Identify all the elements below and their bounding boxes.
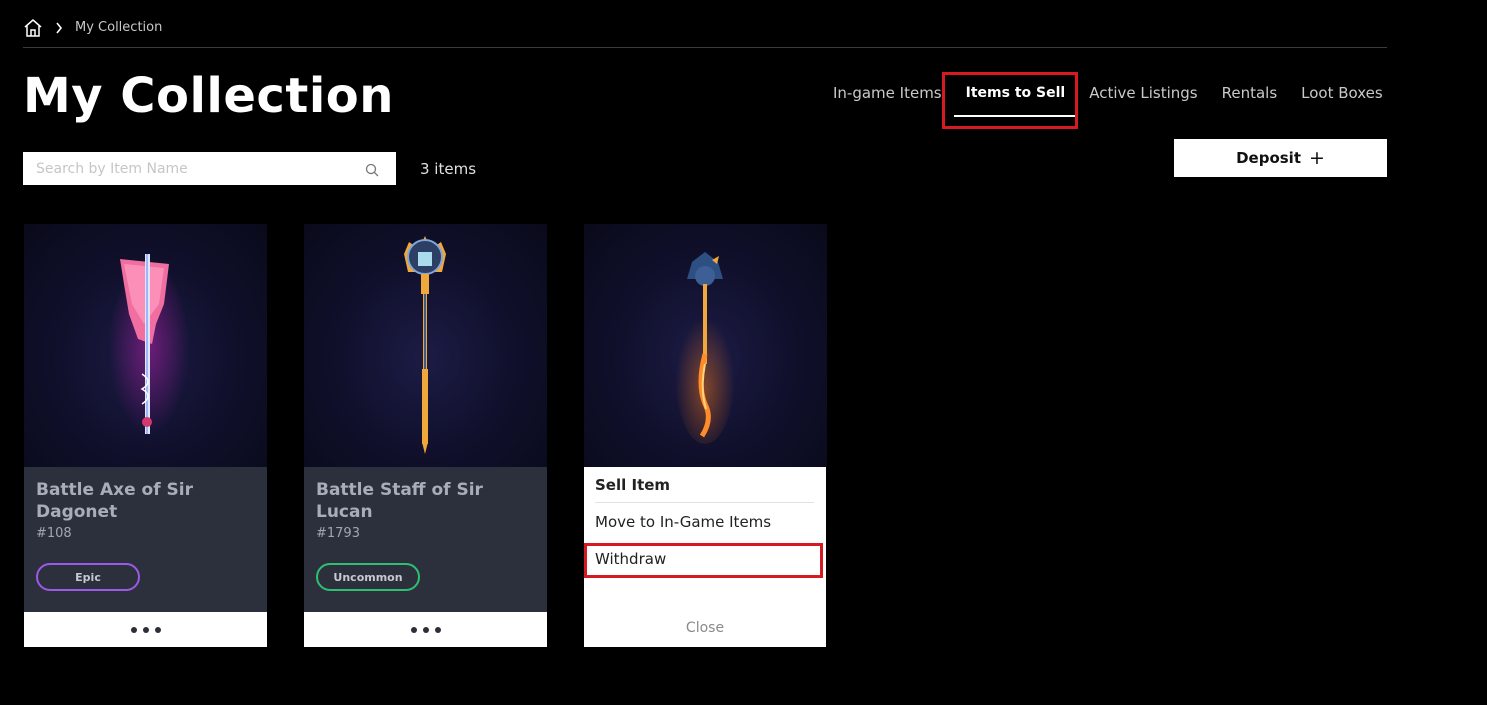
breadcrumb-current[interactable]: My Collection xyxy=(75,18,162,38)
move-to-in-game-items-option[interactable]: Move to In-Game Items xyxy=(595,512,814,532)
breadcrumb: My Collection xyxy=(23,18,1387,48)
item-image-fire-staff xyxy=(584,224,827,467)
deposit-button[interactable]: Deposit + xyxy=(1174,139,1387,177)
tab-in-game-items[interactable]: In-game Items xyxy=(833,80,942,106)
more-dots-icon xyxy=(130,626,137,633)
item-number: #1793 xyxy=(316,526,360,541)
tab-items-to-sell[interactable]: Items to Sell xyxy=(953,80,1077,117)
rarity-badge: Uncommon xyxy=(316,563,420,591)
chevron-right-icon xyxy=(52,18,66,38)
item-count: 3 items xyxy=(420,160,477,178)
home-icon[interactable] xyxy=(23,18,43,38)
item-card[interactable]: Battle Axe of Sir Dagonet #108 Epic xyxy=(24,224,267,647)
deposit-label: Deposit xyxy=(1236,149,1301,167)
item-info: Battle Staff of Sir Lucan #1793 Uncommon xyxy=(304,467,547,612)
item-image-battle-staff xyxy=(304,224,547,467)
more-dots-icon xyxy=(410,626,417,633)
search-icon[interactable] xyxy=(365,162,379,176)
item-name: Battle Staff of Sir Lucan xyxy=(316,480,483,522)
search-input[interactable] xyxy=(23,152,365,185)
more-options-button[interactable] xyxy=(24,612,267,647)
item-number: #108 xyxy=(36,526,72,541)
withdraw-option[interactable]: Withdraw xyxy=(595,549,814,569)
item-image-battle-axe xyxy=(24,224,267,467)
rarity-badge: Epic xyxy=(36,563,140,591)
tab-rentals[interactable]: Rentals xyxy=(1222,80,1278,106)
more-options-button[interactable] xyxy=(304,612,547,647)
item-card[interactable]: Battle Staff of Sir Lucan #1793 Uncommon xyxy=(304,224,547,647)
sell-item-option[interactable]: Sell Item xyxy=(595,475,814,503)
search-box xyxy=(23,152,396,185)
tab-loot-boxes[interactable]: Loot Boxes xyxy=(1301,80,1383,106)
tab-active-listings[interactable]: Active Listings xyxy=(1089,80,1197,106)
plus-icon: + xyxy=(1309,147,1325,169)
item-name: Battle Axe of Sir Dagonet xyxy=(36,480,193,522)
item-info: Battle Axe of Sir Dagonet #108 Epic xyxy=(24,467,267,612)
item-context-menu: Sell Item Move to In-Game Items Withdraw… xyxy=(584,467,826,647)
collection-tabs: In-game Items Items to Sell Active Listi… xyxy=(833,80,1407,117)
item-card[interactable]: Sell Item Move to In-Game Items Withdraw… xyxy=(584,224,827,647)
close-menu-button[interactable]: Close xyxy=(584,620,826,636)
page-title: My Collection xyxy=(23,68,394,124)
